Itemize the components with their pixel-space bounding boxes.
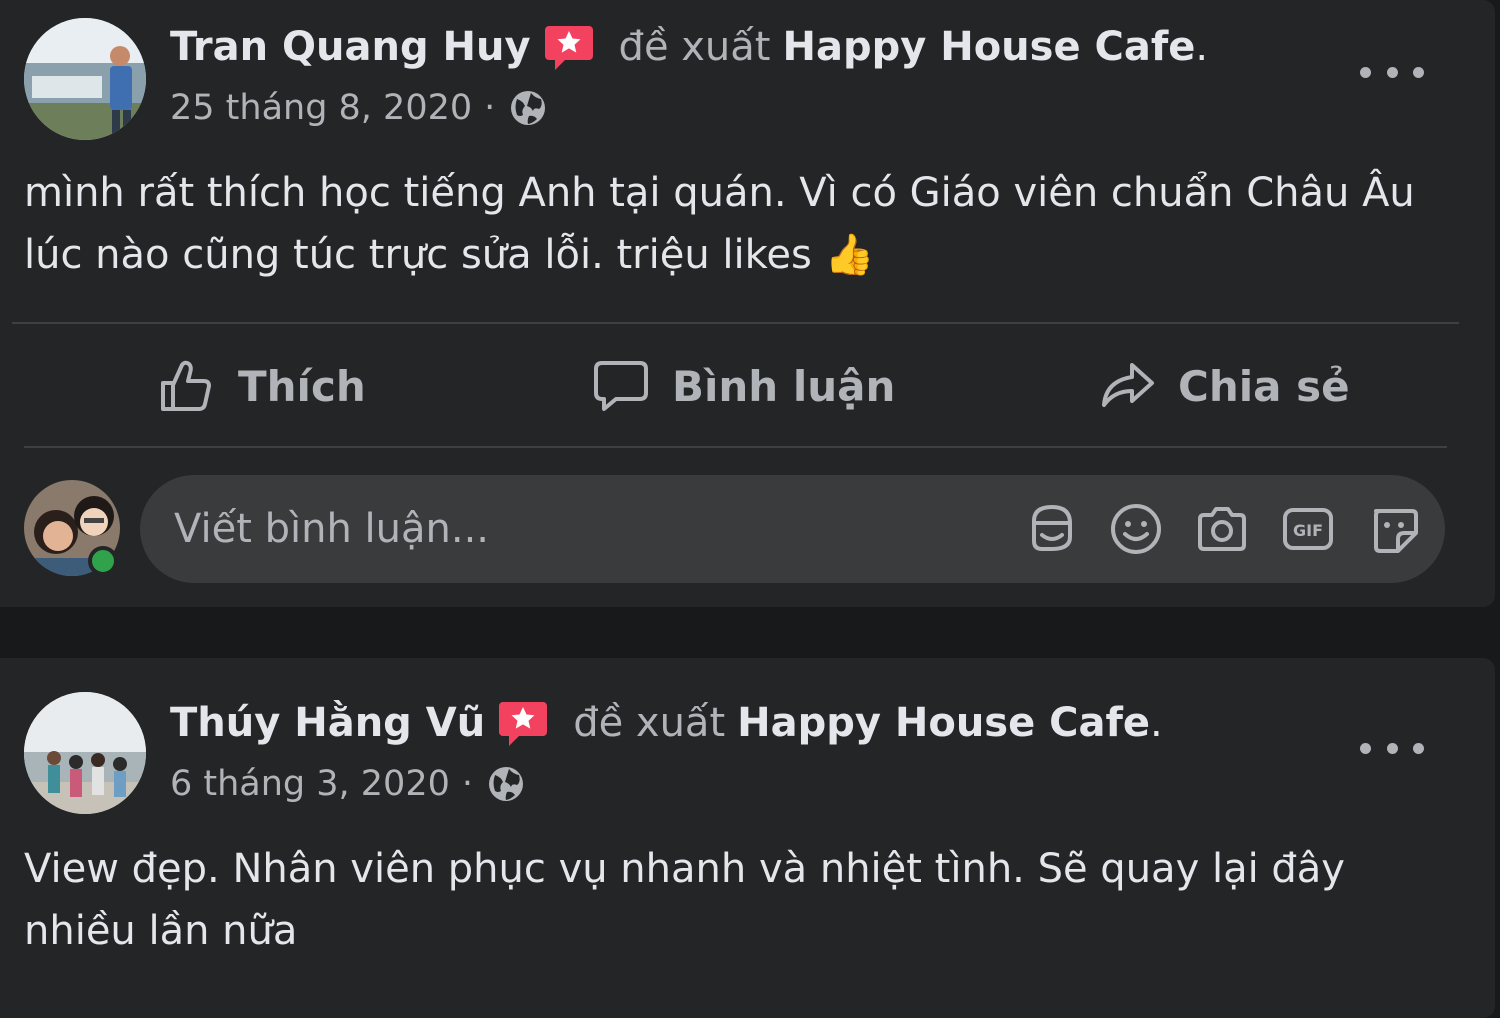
camera-icon[interactable]: [1194, 501, 1250, 557]
sticker-icon[interactable]: [1366, 501, 1422, 557]
comment-label: Bình luận: [672, 361, 896, 411]
post-card: Thúy Hằng Vũ đề xuất Happy House Cafe. 6…: [0, 658, 1495, 1018]
like-label: Thích: [238, 361, 366, 411]
share-arrow-icon: [1102, 363, 1154, 407]
share-button[interactable]: Chia sẻ: [1098, 352, 1350, 420]
author-avatar[interactable]: [24, 18, 146, 140]
recommend-icon: [497, 698, 549, 748]
author-avatar[interactable]: [24, 692, 146, 814]
divider: [24, 446, 1447, 448]
page-name[interactable]: Happy House Cafe: [737, 698, 1150, 748]
author-name[interactable]: Thúy Hằng Vũ: [170, 698, 485, 748]
post-meta: 6 tháng 3, 2020 ·: [170, 762, 525, 806]
globe-icon[interactable]: [487, 765, 525, 803]
like-button[interactable]: Thích: [158, 352, 366, 420]
speech-bubble-icon: [594, 361, 648, 411]
comment-input[interactable]: Viết bình luận... GIF: [140, 475, 1445, 583]
post-header: Tran Quang Huy đề xuất Happy House Cafe.: [170, 22, 1209, 72]
post-date[interactable]: 6 tháng 3, 2020: [170, 762, 450, 806]
thumbs-up-icon: [161, 360, 211, 411]
svg-text:GIF: GIF: [1293, 521, 1323, 540]
avatar-sticker-icon[interactable]: [1024, 501, 1080, 557]
divider: [12, 322, 1459, 324]
more-options-icon[interactable]: [1360, 728, 1424, 768]
online-status-dot: [88, 546, 118, 576]
comment-button[interactable]: Bình luận: [592, 352, 895, 420]
comment-placeholder: Viết bình luận...: [174, 506, 489, 552]
post-card: Tran Quang Huy đề xuất Happy House Cafe.…: [0, 0, 1495, 607]
recommend-verb: đề xuất: [618, 24, 771, 70]
post-text: View đẹp. Nhân viên phục vụ nhanh và nhi…: [24, 846, 1345, 954]
page-name[interactable]: Happy House Cafe: [782, 22, 1195, 72]
share-label: Chia sẻ: [1178, 361, 1350, 411]
meta-separator: ·: [461, 764, 474, 804]
recommend-verb: đề xuất: [573, 700, 726, 746]
post-text: mình rất thích học tiếng Anh tại quán. V…: [24, 170, 1415, 278]
globe-icon[interactable]: [509, 89, 547, 127]
post-date[interactable]: 25 tháng 8, 2020: [170, 86, 472, 130]
more-options-icon[interactable]: [1360, 52, 1424, 92]
author-name[interactable]: Tran Quang Huy: [170, 22, 531, 72]
post-meta: 25 tháng 8, 2020 ·: [170, 86, 547, 130]
emoji-icon[interactable]: [1108, 501, 1164, 557]
recommend-icon: [543, 22, 595, 72]
meta-separator: ·: [484, 88, 496, 128]
post-header: Thúy Hằng Vũ đề xuất Happy House Cafe.: [170, 698, 1163, 748]
gif-icon[interactable]: GIF: [1280, 501, 1336, 557]
